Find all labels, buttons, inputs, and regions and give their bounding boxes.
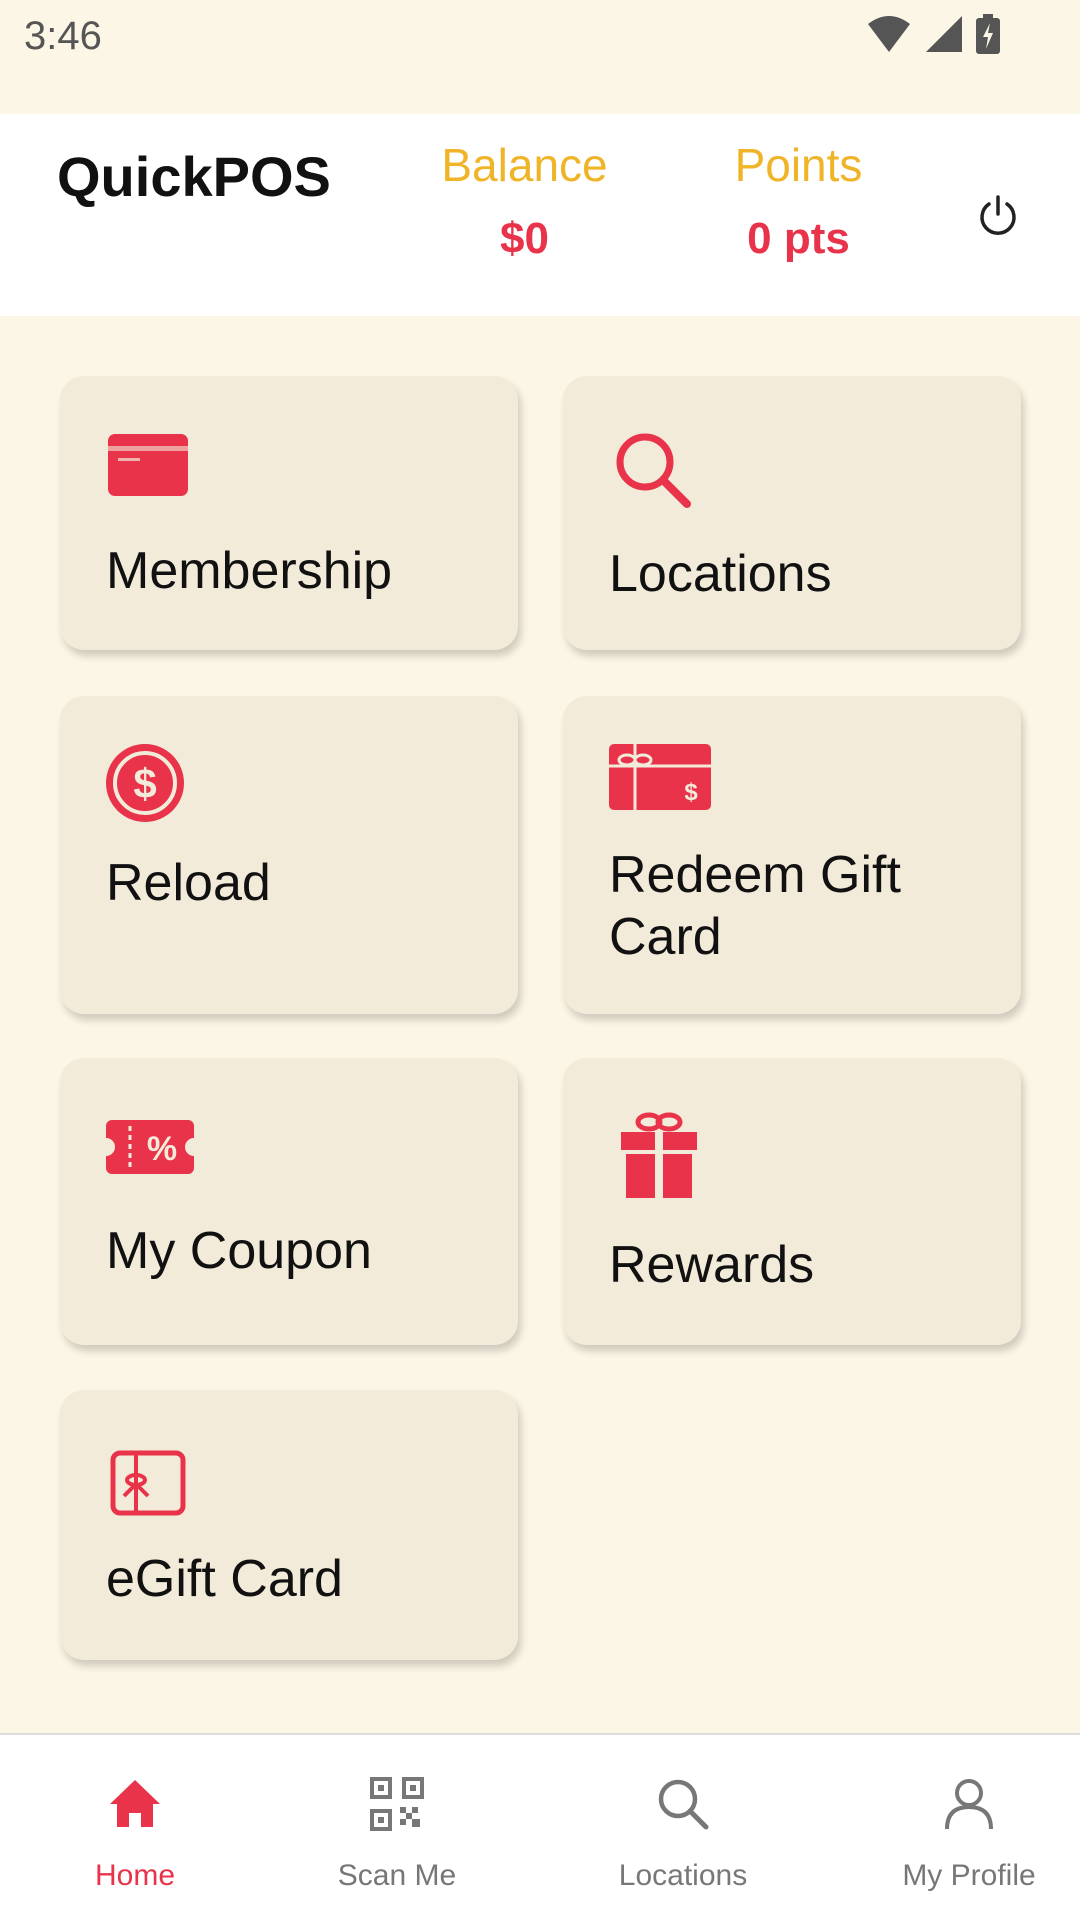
coupon-icon: % xyxy=(106,1120,194,1174)
wifi-icon xyxy=(868,16,910,52)
nav-home-label: Home xyxy=(94,1859,176,1892)
membership-tile[interactable]: Membership xyxy=(60,376,518,650)
membership-label: Membership xyxy=(106,542,393,600)
my-coupon-label: My Coupon xyxy=(106,1222,372,1280)
person-icon xyxy=(945,1779,993,1830)
locations-label: Locations xyxy=(609,545,832,603)
nav-locations[interactable]: Locations xyxy=(548,1735,818,1920)
header: QuickPOS Balance $0 Points 0 pts xyxy=(0,114,1080,316)
rewards-label: Rewards xyxy=(609,1236,815,1294)
reload-tile[interactable]: $ Reload xyxy=(60,696,518,1014)
search-icon xyxy=(616,433,691,508)
status-icons xyxy=(866,14,1000,54)
my-coupon-tile[interactable]: % My Coupon xyxy=(60,1058,518,1345)
balance-block: Balance $0 xyxy=(437,138,612,264)
rewards-tile[interactable]: Rewards xyxy=(563,1058,1021,1345)
bottom-nav: Home Scan Me Locations My Profile xyxy=(0,1733,1080,1920)
egift-card-tile[interactable]: eGift Card xyxy=(60,1390,518,1660)
points-label: Points xyxy=(734,139,863,191)
redeem-gift-card-label-line1: Redeem Gift xyxy=(609,846,901,904)
reload-label: Reload xyxy=(106,854,271,912)
egift-card-label: eGift Card xyxy=(106,1550,343,1608)
nav-scan-me[interactable]: Scan Me xyxy=(262,1735,532,1920)
credit-card-icon xyxy=(108,434,188,496)
gift-card-icon: $ xyxy=(609,744,711,810)
qr-code-icon xyxy=(370,1777,424,1831)
nav-scan-me-label: Scan Me xyxy=(337,1859,457,1892)
nav-my-profile[interactable]: My Profile xyxy=(834,1735,1080,1920)
power-icon[interactable] xyxy=(974,192,1022,240)
redeem-gift-card-label-line2: Card xyxy=(609,908,722,966)
battery-icon xyxy=(976,14,1000,54)
nav-locations-label: Locations xyxy=(618,1859,748,1892)
redeem-gift-card-label: Redeem Gift Card xyxy=(609,844,901,968)
app-title: QuickPOS xyxy=(57,145,331,208)
svg-text:$: $ xyxy=(684,779,698,806)
dollar-coin-icon: $ xyxy=(106,744,184,822)
svg-text:$: $ xyxy=(133,760,156,807)
balance-value: $0 xyxy=(500,214,549,263)
search-icon xyxy=(658,1779,709,1830)
redeem-gift-card-tile[interactable]: $ Redeem Gift Card xyxy=(563,696,1021,1014)
home-screen: 3:46 QuickPOS Balance $0 Points 0 pts Me… xyxy=(0,0,1080,1920)
status-time: 3:46 xyxy=(24,14,102,58)
points-block: Points 0 pts xyxy=(726,138,871,264)
svg-text:%: % xyxy=(147,1130,177,1168)
egift-card-icon xyxy=(110,1450,186,1516)
status-bar: 3:46 xyxy=(0,0,1080,114)
signal-icon xyxy=(926,16,962,52)
gift-icon xyxy=(621,1112,697,1198)
home-icon xyxy=(110,1780,160,1827)
locations-tile[interactable]: Locations xyxy=(563,376,1021,650)
nav-my-profile-label: My Profile xyxy=(902,1859,1036,1892)
nav-home[interactable]: Home xyxy=(0,1735,270,1920)
balance-label: Balance xyxy=(441,139,608,191)
points-value: 0 pts xyxy=(747,214,850,263)
